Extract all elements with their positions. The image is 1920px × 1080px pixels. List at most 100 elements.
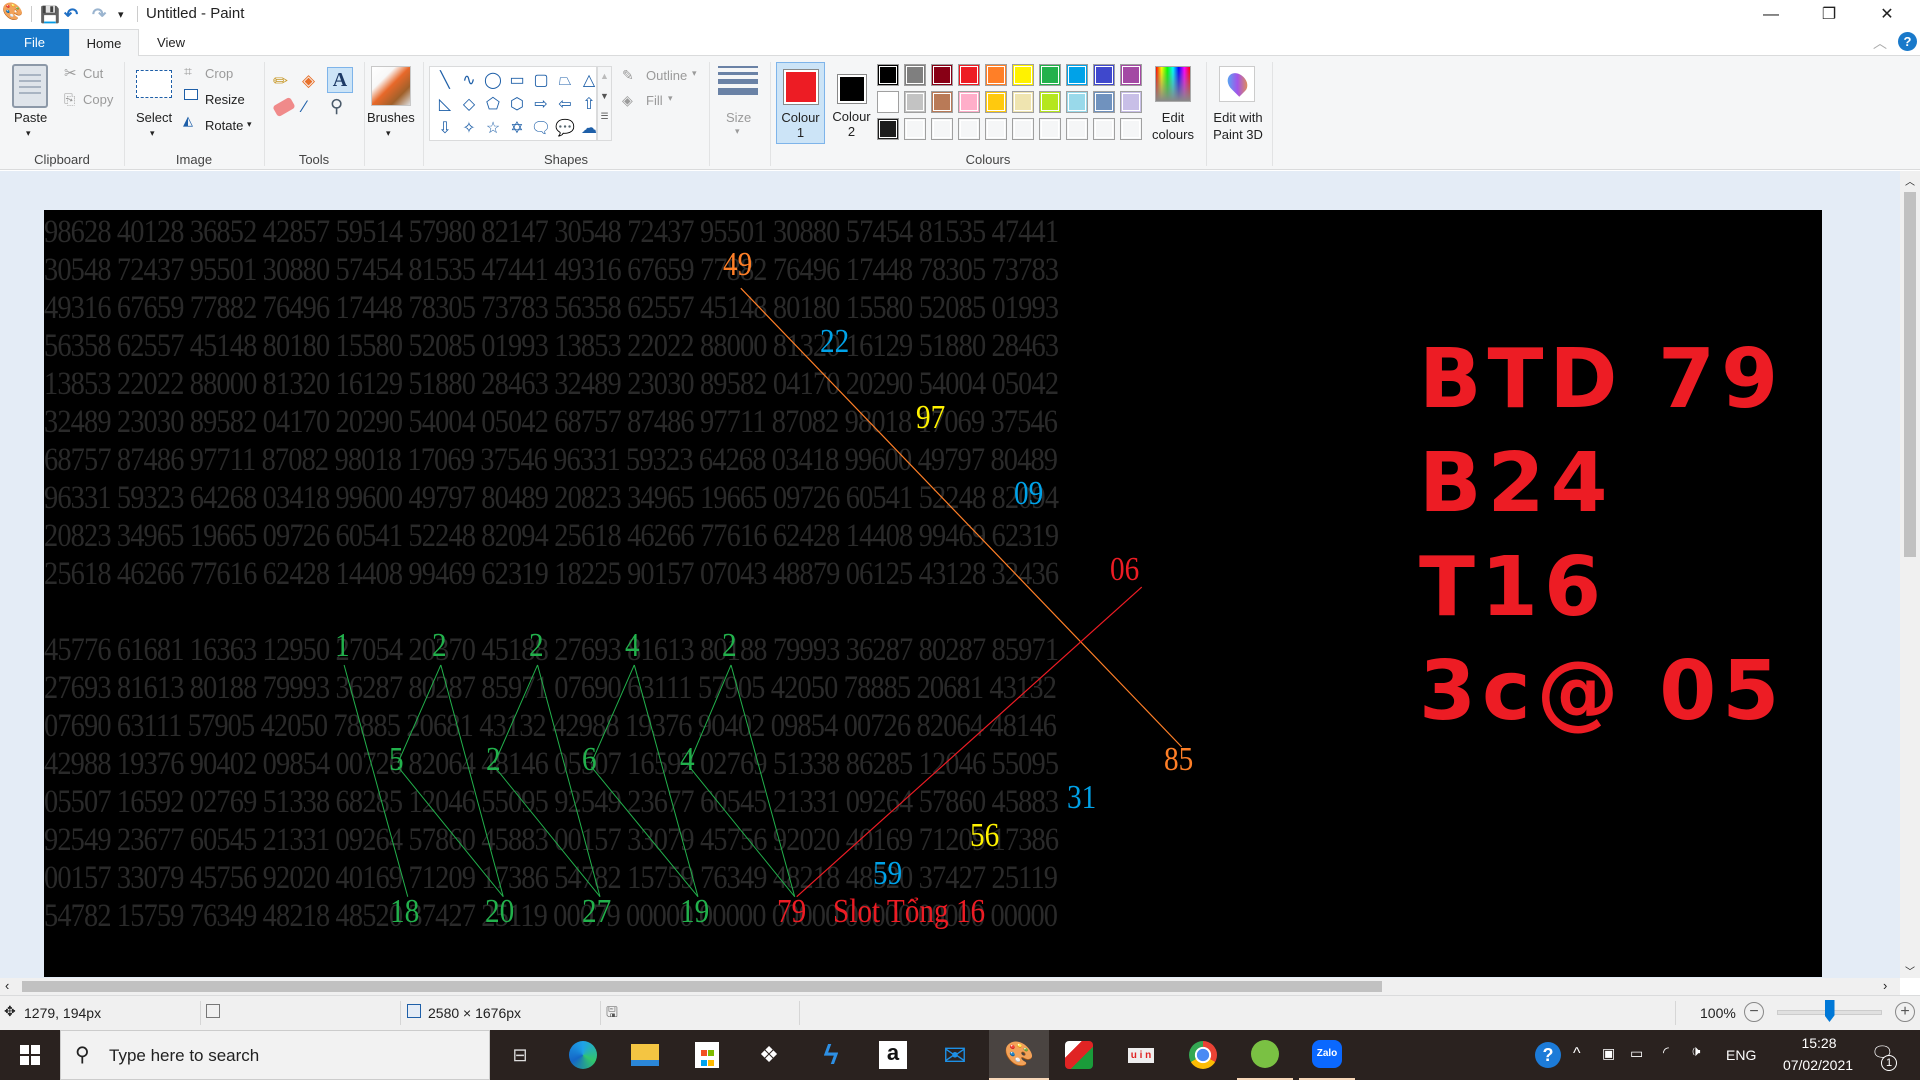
coc-coc-icon[interactable] [1237,1030,1293,1080]
horizontal-scrollbar[interactable]: ‹ › [0,978,1900,995]
palette-swatch[interactable] [877,118,899,140]
left-arrow-shape-icon[interactable]: ⇦ [554,93,576,116]
edit-colours-label-1[interactable]: Edit [1147,110,1199,125]
hexagon-shape-icon[interactable]: ⬡ [506,93,528,116]
resize-button[interactable]: Resize [205,92,245,107]
shapes-scroll[interactable]: ▲ ▼ ☰ [597,66,612,141]
zoom-slider-thumb[interactable] [1824,1000,1835,1022]
collapse-ribbon-icon[interactable]: ︿ [1873,33,1887,53]
rectangle-shape-icon[interactable]: ▭ [506,69,528,92]
size-dropdown-icon[interactable]: ▾ [735,126,740,137]
customize-qat-icon[interactable]: ▾ [118,8,124,21]
help-icon[interactable]: ? [1898,32,1917,51]
palette-swatch[interactable] [1012,64,1034,86]
show-hidden-icons[interactable]: ^ [1573,1045,1581,1063]
paste-icon[interactable] [12,64,48,108]
task-view-icon[interactable]: ⊟ [492,1030,548,1080]
scroll-right-arrow-icon[interactable]: › [1883,978,1887,993]
select-button[interactable]: Select [136,110,172,125]
palette-swatch[interactable] [958,118,980,140]
wifi-icon[interactable]: ◜ [1663,1043,1669,1061]
zoom-in-button[interactable]: + [1895,1002,1915,1022]
polygon-shape-icon[interactable]: ⏢ [554,69,576,92]
edit-colours-icon[interactable] [1155,66,1191,102]
paste-button[interactable]: Paste [14,110,47,125]
size-icon[interactable] [718,66,758,95]
palette-swatch[interactable] [1039,91,1061,113]
palette-swatch[interactable] [931,91,953,113]
close-button[interactable]: ✕ [1858,0,1916,29]
zoom-out-button[interactable]: − [1744,1002,1764,1022]
file-explorer-icon[interactable] [617,1030,673,1080]
pentagon-shape-icon[interactable]: ⬠ [482,93,504,116]
unikey-icon[interactable]: u i n [1113,1030,1169,1080]
size-button[interactable]: Size [726,110,751,125]
fill-bucket-icon[interactable]: ◈ [302,71,315,91]
restore-button[interactable]: ❐ [1800,0,1858,29]
select-icon[interactable] [136,70,172,98]
select-dropdown-icon[interactable]: ▾ [150,128,155,139]
paint-taskbar-icon[interactable]: 🎨 [989,1030,1049,1080]
colour-1-button[interactable]: Colour 1 [776,62,825,144]
paint-3d-label-1[interactable]: Edit with [1207,110,1269,125]
language-indicator[interactable]: ENG [1726,1047,1756,1063]
dropbox-icon[interactable]: ❖ [741,1030,797,1080]
battery-icon[interactable]: ▭ [1630,1045,1643,1062]
drawing-canvas[interactable]: 98628 40128 36852 42857 59514 57980 8214… [44,210,1822,977]
palette-swatch[interactable] [1120,118,1142,140]
edge-icon[interactable] [555,1030,611,1080]
six-point-star-shape-icon[interactable]: ✡ [506,117,528,140]
volume-icon[interactable]: 🕩 [1691,1043,1700,1060]
fill-button[interactable]: Fill [646,93,663,108]
redo-icon[interactable]: ↷ [92,5,106,25]
bolt-app-icon[interactable]: ϟ [803,1030,859,1080]
paste-dropdown-icon[interactable]: ▾ [26,128,31,139]
right-arrow-shape-icon[interactable]: ⇨ [530,93,552,116]
clock-date[interactable]: 07/02/2021 [1768,1057,1868,1073]
magnifier-icon[interactable]: ⚲ [330,96,343,117]
palette-swatch[interactable] [985,91,1007,113]
cut-button[interactable]: Cut [83,66,103,81]
palette-swatch[interactable] [958,91,980,113]
outline-dropdown-icon[interactable]: ▾ [692,68,697,79]
five-point-star-shape-icon[interactable]: ☆ [482,117,504,140]
scroll-up-icon[interactable]: ▲ [598,71,611,81]
scroll-left-arrow-icon[interactable]: ‹ [5,978,9,993]
fill-dropdown-icon[interactable]: ▾ [668,93,673,104]
eraser-icon[interactable] [272,96,296,118]
copy-button[interactable]: Copy [83,92,113,107]
palette-swatch[interactable] [958,64,980,86]
oval-shape-icon[interactable]: ◯ [482,69,504,92]
vertical-scroll-thumb[interactable] [1904,192,1916,557]
pencil-icon[interactable]: ✏ [273,71,288,92]
scroll-up-arrow-icon[interactable]: ︿ [1900,173,1920,188]
zalo-icon[interactable]: Zalo [1299,1030,1355,1080]
palette-swatch[interactable] [904,118,926,140]
palette-swatch[interactable] [904,91,926,113]
brushes-icon[interactable] [371,66,411,106]
brushes-dropdown-icon[interactable]: ▾ [386,128,391,139]
outline-button[interactable]: Outline [646,68,687,83]
scroll-down-arrow-icon[interactable]: ﹀ [1900,963,1920,978]
palette-swatch[interactable] [931,64,953,86]
brushes-button[interactable]: Brushes [367,110,415,125]
vertical-scrollbar[interactable]: ︿ ﹀ [1900,171,1920,978]
rotate-button[interactable]: Rotate [205,118,243,133]
crop-button[interactable]: Crop [205,66,233,81]
start-button[interactable] [0,1030,60,1080]
palette-swatch[interactable] [1039,118,1061,140]
text-tool-icon[interactable]: A [327,67,353,93]
palette-swatch[interactable] [1120,64,1142,86]
help-tips-tray-icon[interactable]: ? [1535,1042,1561,1068]
palette-swatch[interactable] [1012,118,1034,140]
palette-swatch[interactable] [1066,118,1088,140]
palette-swatch[interactable] [1120,91,1142,113]
palette-swatch[interactable] [1093,118,1115,140]
mail-icon[interactable]: ✉ [927,1030,983,1080]
palette-swatch[interactable] [1093,91,1115,113]
edit-colours-label-2[interactable]: colours [1147,127,1199,142]
paint-3d-label-2[interactable]: Paint 3D [1207,127,1269,142]
amazon-icon[interactable]: a [865,1030,921,1080]
tab-file[interactable]: File [0,29,69,56]
palette-swatch[interactable] [985,118,1007,140]
